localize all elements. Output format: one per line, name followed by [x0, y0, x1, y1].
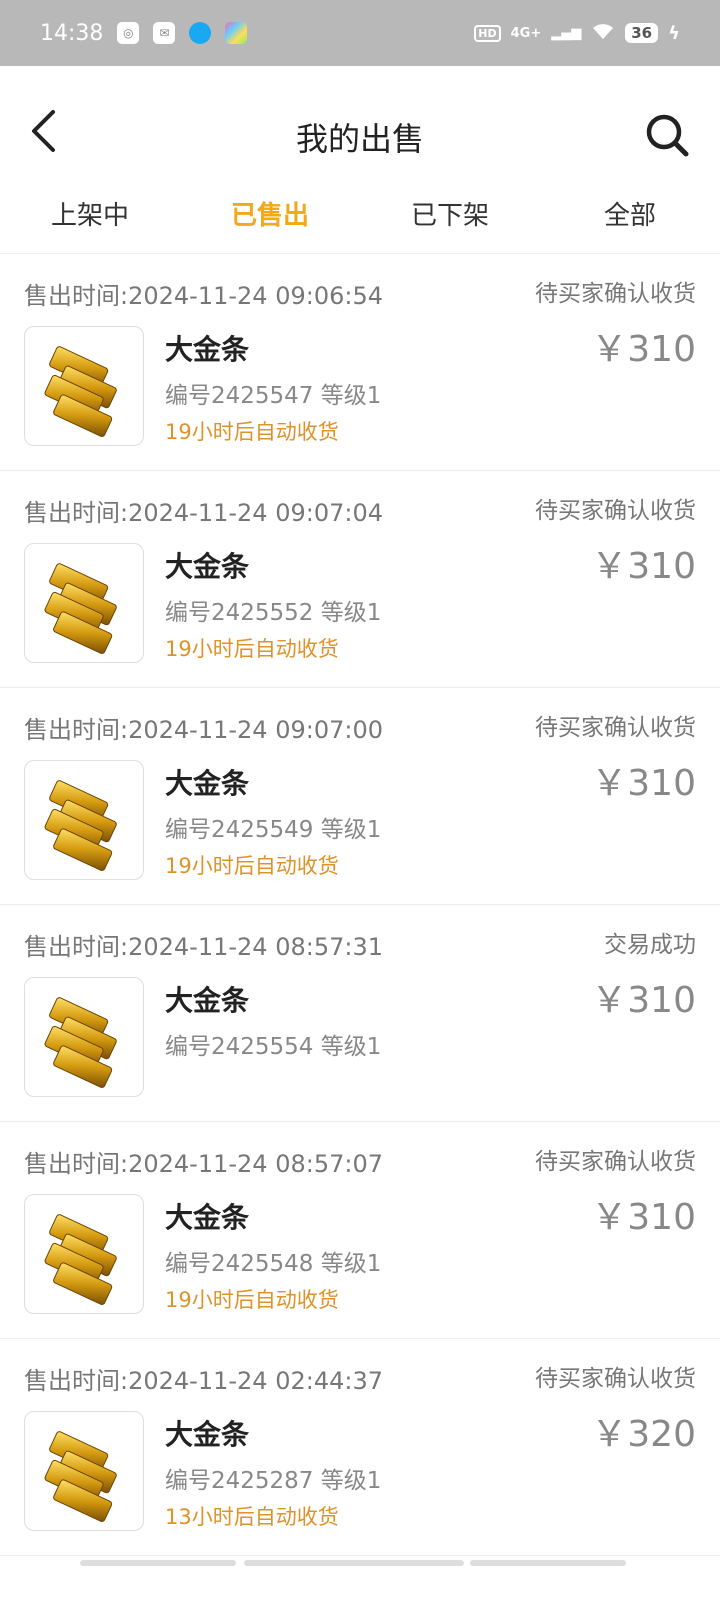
page-title: 我的出售 [295, 120, 424, 158]
list-item[interactable]: 售出时间:2024-11-24 09:07:04 待买家确认收货 大金条 编号2… [0, 471, 720, 688]
network-indicator: 4G+ [510, 25, 542, 41]
auto-receive-note: 19小时后自动收货 [165, 637, 339, 661]
sold-time: 售出时间:2024-11-24 02:44:37 [24, 1367, 383, 1395]
item-meta: 编号2425549 等级1 [165, 817, 382, 843]
tab-listed[interactable]: 上架中 [0, 186, 180, 253]
qq-icon [189, 22, 212, 44]
search-icon [646, 114, 689, 157]
tab-delisted[interactable]: 已下架 [360, 186, 540, 253]
status-time: 14:38 [40, 20, 104, 46]
app-notification-icon: ◎ [117, 22, 140, 44]
item-price: ￥320 [591, 1414, 696, 1455]
gold-bar-image [24, 760, 144, 880]
gold-bar-image [24, 1411, 144, 1531]
tab-sold[interactable]: 已售出 [180, 186, 360, 253]
scroll-indicator [0, 1560, 720, 1600]
order-status: 待买家确认收货 [535, 281, 696, 307]
auto-receive-note: 19小时后自动收货 [165, 854, 339, 878]
hd-icon: HD [474, 24, 501, 42]
status-tabs: 上架中 已售出 已下架 全部 [0, 186, 720, 254]
status-bar: 14:38 ◎ ✉ HD 4G+ ▂▄▆ 36 ϟ [0, 0, 720, 66]
sold-items-list: 售出时间:2024-11-24 09:06:54 待买家确认收货 大金条 编号2… [0, 254, 720, 1556]
sold-time: 售出时间:2024-11-24 09:07:00 [24, 716, 383, 744]
gold-bar-image [24, 977, 144, 1097]
item-price: ￥310 [591, 763, 696, 804]
scroll-segment [470, 1560, 626, 1566]
item-meta: 编号2425552 等级1 [165, 600, 382, 626]
auto-receive-note: 19小时后自动收货 [165, 1288, 339, 1312]
gold-bar-image [24, 543, 144, 663]
search-button[interactable] [644, 112, 690, 158]
sold-time: 售出时间:2024-11-24 09:07:04 [24, 499, 383, 527]
list-item[interactable]: 售出时间:2024-11-24 02:44:37 待买家确认收货 大金条 编号2… [0, 1339, 720, 1556]
list-item[interactable]: 售出时间:2024-11-24 09:06:54 待买家确认收货 大金条 编号2… [0, 254, 720, 471]
sold-time: 售出时间:2024-11-24 08:57:07 [24, 1150, 383, 1178]
sold-time: 售出时间:2024-11-24 08:57:31 [24, 933, 383, 961]
list-item[interactable]: 售出时间:2024-11-24 08:57:07 待买家确认收货 大金条 编号2… [0, 1122, 720, 1339]
order-status: 待买家确认收货 [535, 498, 696, 524]
item-meta: 编号2425548 等级1 [165, 1251, 382, 1277]
item-price: ￥310 [591, 329, 696, 370]
item-price: ￥310 [591, 980, 696, 1021]
item-name: 大金条 [165, 984, 250, 1017]
charging-icon: ϟ [668, 22, 680, 44]
order-status: 待买家确认收货 [535, 1149, 696, 1175]
order-status: 待买家确认收货 [535, 715, 696, 741]
item-meta: 编号2425554 等级1 [165, 1034, 382, 1060]
order-status: 待买家确认收货 [535, 1366, 696, 1392]
tab-all[interactable]: 全部 [540, 186, 720, 253]
item-name: 大金条 [165, 1418, 250, 1451]
item-meta: 编号2425287 等级1 [165, 1468, 382, 1494]
list-item[interactable]: 售出时间:2024-11-24 09:07:00 待买家确认收货 大金条 编号2… [0, 688, 720, 905]
list-item[interactable]: 售出时间:2024-11-24 08:57:31 交易成功 大金条 编号2425… [0, 905, 720, 1122]
gold-bar-image [24, 326, 144, 446]
wifi-icon [591, 22, 615, 44]
message-icon: ✉ [153, 22, 176, 44]
battery-level: 36 [625, 23, 659, 43]
item-name: 大金条 [165, 550, 250, 583]
item-name: 大金条 [165, 1201, 250, 1234]
item-name: 大金条 [165, 333, 250, 366]
auto-receive-note: 19小时后自动收货 [165, 420, 339, 444]
scroll-segment [244, 1560, 464, 1566]
item-meta: 编号2425547 等级1 [165, 383, 382, 409]
scroll-segment [80, 1560, 236, 1566]
auto-receive-note: 13小时后自动收货 [165, 1505, 339, 1529]
app-grid-icon [225, 22, 248, 44]
signal-icon: ▂▄▆ [551, 25, 582, 41]
gold-bar-image [24, 1194, 144, 1314]
sold-time: 售出时间:2024-11-24 09:06:54 [24, 282, 383, 310]
item-price: ￥310 [591, 1197, 696, 1238]
item-price: ￥310 [591, 546, 696, 587]
order-status: 交易成功 [604, 932, 696, 958]
item-name: 大金条 [165, 767, 250, 800]
